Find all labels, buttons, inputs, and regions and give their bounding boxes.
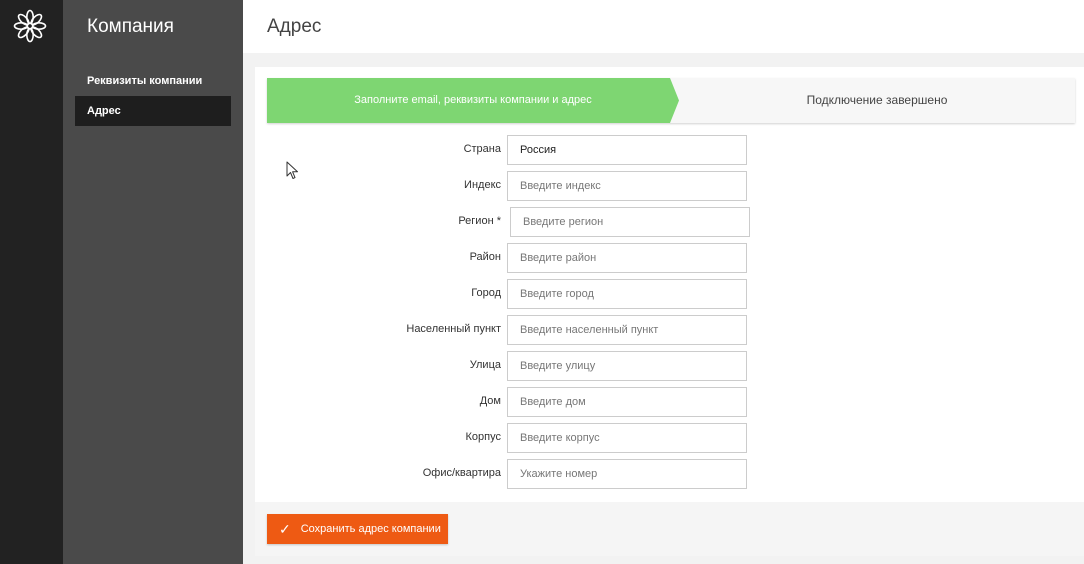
street-label: Улица — [469, 359, 501, 371]
step-connection-complete: Подключение завершено — [806, 93, 948, 107]
house-label: Дом — [479, 395, 501, 407]
postal-code-field[interactable] — [507, 171, 747, 201]
country-field[interactable] — [507, 135, 747, 165]
apartment-label: Офис/квартира — [422, 467, 501, 479]
sidebar-item-company-details[interactable]: Реквизиты компании — [75, 66, 231, 96]
city-field[interactable] — [507, 279, 747, 309]
page-title: Адрес — [267, 16, 322, 37]
page-header: Адрес — [243, 0, 1084, 53]
sidebar: Компания Реквизиты компании Адрес — [63, 0, 243, 564]
district-field[interactable] — [507, 243, 747, 273]
app-rail — [0, 0, 63, 564]
settlement-label: Населенный пункт — [406, 323, 501, 335]
save-address-label: Сохранить адрес компании — [300, 523, 441, 535]
building-label: Корпус — [465, 431, 501, 443]
address-form-card: Заполните email, реквизиты компании и ад… — [255, 67, 1084, 556]
form-footer: ✓ Сохранить адрес компании — [255, 502, 1084, 556]
street-field[interactable] — [507, 351, 747, 381]
save-address-button[interactable]: ✓ Сохранить адрес компании — [267, 514, 448, 544]
district-label: Район — [469, 251, 501, 263]
house-field[interactable] — [507, 387, 747, 417]
region-label: Регион * — [458, 215, 501, 227]
sidebar-title: Компания — [87, 16, 174, 37]
city-label: Город — [471, 287, 501, 299]
mouse-cursor-icon — [286, 161, 298, 179]
sidebar-item-address[interactable]: Адрес — [75, 96, 231, 126]
apartment-field[interactable] — [507, 459, 747, 489]
building-field[interactable] — [507, 423, 747, 453]
progress-steps: Заполните email, реквизиты компании и ад… — [267, 78, 1075, 123]
country-label: Страна — [463, 143, 501, 155]
flower-logo-icon[interactable] — [13, 9, 47, 43]
settlement-field[interactable] — [507, 315, 747, 345]
postal-code-label: Индекс — [464, 179, 501, 191]
step-fill-details: Заполните email, реквизиты компании и ад… — [267, 78, 679, 123]
check-icon: ✓ — [279, 521, 291, 537]
region-field[interactable] — [510, 207, 750, 237]
